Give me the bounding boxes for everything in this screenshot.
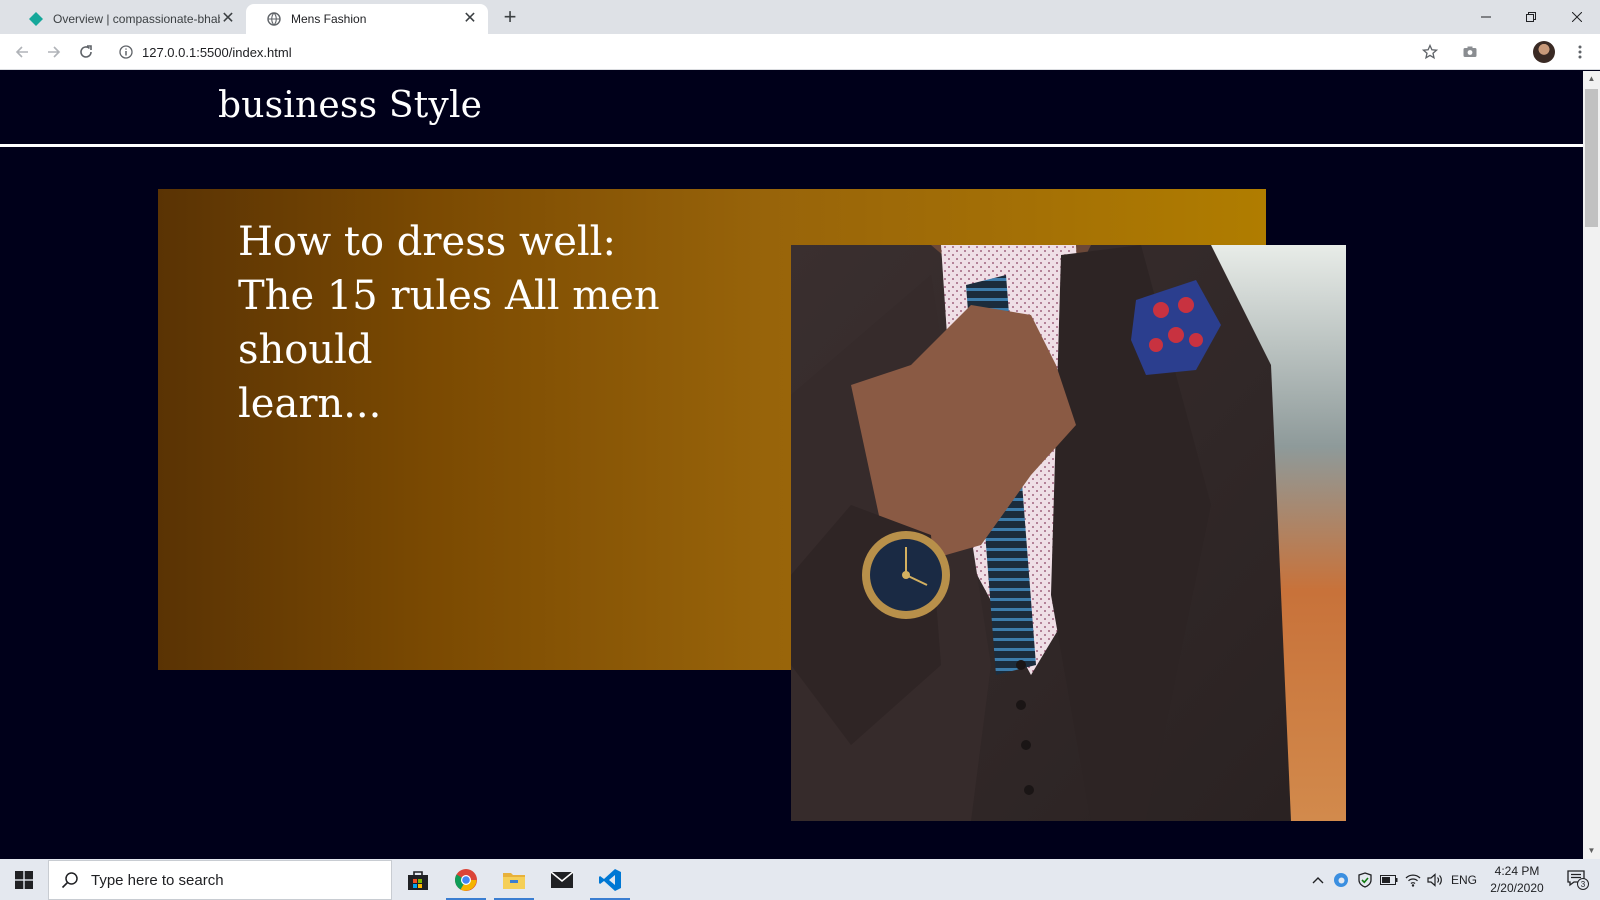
store-icon[interactable]	[394, 859, 442, 900]
tab-mens-fashion[interactable]: Mens Fashion ✕	[246, 4, 488, 34]
hero-heading-line: How to dress well:	[238, 219, 616, 265]
forward-arrow-icon[interactable]	[42, 40, 66, 64]
hero-heading-line: The 15 rules All men should	[238, 273, 660, 373]
windows-taskbar: Type here to search ENG 4:24 PM 2/20/202…	[0, 859, 1600, 900]
edge-icon[interactable]	[1330, 859, 1352, 900]
close-tab-icon[interactable]: ✕	[462, 11, 478, 27]
web-page: business Style How to dress well: The 15…	[0, 71, 1583, 859]
chrome-icon[interactable]	[442, 859, 490, 900]
browser-toolbar: 127.0.0.1:5500/index.html	[0, 34, 1600, 70]
scroll-up-arrow-icon[interactable]: ▲	[1583, 71, 1600, 87]
hero-heading-line: learn...	[238, 381, 382, 427]
new-tab-button[interactable]: +	[497, 5, 523, 31]
close-window-icon[interactable]	[1554, 0, 1600, 34]
profile-avatar[interactable]	[1533, 41, 1555, 63]
taskbar-search-input[interactable]: Type here to search	[48, 860, 392, 900]
clock-time: 4:24 PM	[1494, 864, 1540, 878]
menu-kebab-icon[interactable]	[1568, 40, 1592, 64]
reload-icon[interactable]	[74, 40, 98, 64]
tab-overview[interactable]: Overview | compassionate-bhabh ✕	[8, 4, 246, 34]
address-bar[interactable]: 127.0.0.1:5500/index.html	[108, 38, 1478, 66]
scrollbar-thumb[interactable]	[1585, 89, 1598, 227]
close-tab-icon[interactable]: ✕	[220, 11, 236, 27]
volume-icon[interactable]	[1424, 859, 1446, 900]
vscode-icon[interactable]	[586, 859, 634, 900]
language-indicator[interactable]: ENG	[1448, 859, 1480, 900]
minimize-window-icon[interactable]	[1463, 0, 1509, 34]
browser-tab-strip: Overview | compassionate-bhabh ✕ Mens Fa…	[0, 0, 1600, 34]
windows-start-button[interactable]	[0, 859, 48, 900]
search-icon	[61, 872, 78, 889]
search-placeholder: Type here to search	[91, 871, 224, 889]
hero-heading: How to dress well: The 15 rules All men …	[238, 215, 798, 431]
restore-window-icon[interactable]	[1508, 0, 1554, 34]
action-center-button[interactable]: 3	[1555, 859, 1600, 900]
globe-icon	[266, 11, 282, 27]
page-scrollbar[interactable]: ▲ ▼	[1583, 71, 1600, 859]
tab-title: Overview | compassionate-bhabh	[53, 12, 220, 26]
clock-date: 2/20/2020	[1490, 881, 1544, 895]
defender-shield-icon[interactable]	[1354, 859, 1376, 900]
taskbar-clock[interactable]: 4:24 PM 2/20/2020	[1478, 863, 1556, 897]
site-header: business Style	[0, 71, 1583, 147]
notification-icon: 3	[1566, 869, 1589, 890]
scroll-down-arrow-icon[interactable]: ▼	[1583, 843, 1600, 859]
bookmark-star-icon[interactable]	[1418, 40, 1442, 64]
site-info-icon[interactable]	[118, 44, 134, 60]
wifi-icon[interactable]	[1402, 859, 1424, 900]
netlify-diamond-icon	[28, 11, 44, 27]
windows-logo-icon	[15, 870, 33, 889]
back-arrow-icon[interactable]	[10, 40, 34, 64]
hero-image	[791, 245, 1346, 821]
show-hidden-icons-chevron-icon[interactable]	[1308, 859, 1328, 900]
notification-count: 3	[1580, 879, 1585, 888]
camera-icon[interactable]	[1458, 40, 1482, 64]
file-explorer-icon[interactable]	[490, 859, 538, 900]
tab-title: Mens Fashion	[291, 12, 367, 26]
url-text: 127.0.0.1:5500/index.html	[142, 44, 292, 60]
site-title: business Style	[218, 85, 483, 126]
mail-icon[interactable]	[538, 859, 586, 900]
battery-icon[interactable]	[1378, 859, 1400, 900]
